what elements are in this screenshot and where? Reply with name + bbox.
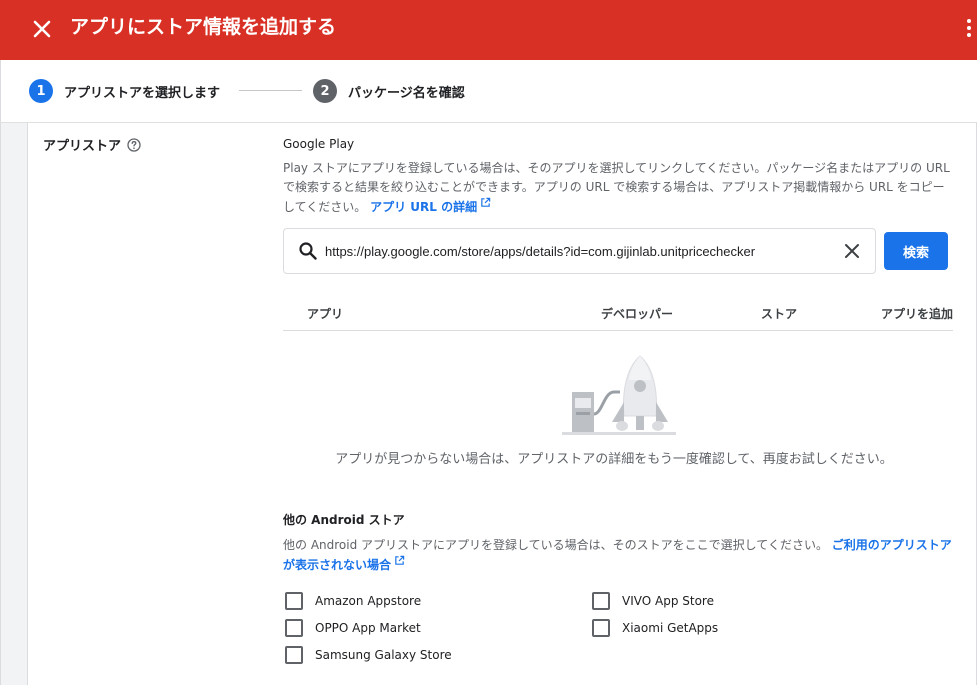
checkbox-box[interactable] [285,592,303,610]
stepper: 1 アプリストアを選択します 2 パッケージ名を確認 [0,60,977,122]
empty-state-message: アプリが見つからない場合は、アプリストアの詳細をもう一度確認して、再度お試しくだ… [335,452,893,467]
step-2-label: パッケージ名を確認 [348,85,465,101]
help-circle-icon[interactable] [127,137,141,152]
step-2-number: 2 [313,79,337,103]
step-connector [239,90,302,91]
column-add-app: アプリを追加 [881,307,954,321]
other-stores-description-text: 他の Android アプリストアにアプリを登録している場合は、そのストアをここ… [283,538,828,552]
app-url-details-link-text: アプリ URL の詳細 [370,200,478,214]
checkbox-box[interactable] [592,592,610,610]
checkbox-label: Amazon Appstore [315,594,422,608]
dialog-title: アプリにストア情報を追加する [70,16,337,38]
checkbox-oppo-app-market[interactable]: OPPO App Market [285,619,421,637]
checkbox-box[interactable] [285,619,303,637]
close-button[interactable] [28,15,56,43]
column-store: ストア [761,307,798,321]
column-app: アプリ [307,307,344,321]
other-stores-title: 他の Android ストア [283,513,405,527]
step-1: 1 アプリストアを選択します [29,79,220,103]
checkbox-label: Xiaomi GetApps [622,621,719,635]
other-stores-description: 他の Android アプリストアにアプリを登録している場合は、そのストアをここ… [283,536,953,575]
checkbox-amazon-appstore[interactable]: Amazon Appstore [285,592,421,610]
checkbox-label: Samsung Galaxy Store [315,648,452,662]
results-table-header: アプリ デベロッパー ストア アプリを追加 [283,293,953,331]
open-in-new-icon [395,555,405,565]
checkbox-box[interactable] [592,619,610,637]
page-edge [0,123,1,685]
search-field[interactable] [283,228,876,274]
checkbox-xiaomi-getapps[interactable]: Xiaomi GetApps [592,619,718,637]
section-label-text: アプリストア [43,139,122,154]
checkbox-label: VIVO App Store [622,594,714,608]
rocket-illustration [562,355,676,435]
app-url-details-link[interactable]: アプリ URL の詳細 [370,197,491,214]
search-icon [299,242,317,260]
checkbox-label: OPPO App Market [315,621,421,635]
step-1-number: 1 [29,79,53,103]
column-developer: デベロッパー [601,307,674,321]
google-play-description: Play ストアにアプリを登録している場合は、そのアプリを選択してリンクしてくだ… [283,159,953,217]
checkbox-vivo-app-store[interactable]: VIVO App Store [592,592,714,610]
section-label: アプリストア [43,135,141,154]
checkbox-samsung-galaxy-store[interactable]: Samsung Galaxy Store [285,646,452,664]
close-icon [33,20,51,38]
step-2: 2 パッケージ名を確認 [313,79,465,103]
open-in-new-icon [481,197,491,207]
dialog-header: アプリにストア情報を追加する [0,0,977,60]
clear-icon[interactable] [844,243,860,259]
step-1-label: アプリストアを選択します [64,85,221,101]
checkbox-box[interactable] [285,646,303,664]
more-options-button[interactable] [962,16,976,42]
google-play-title: Google Play [283,137,355,151]
more-vert-icon [967,19,971,23]
search-input[interactable] [325,240,825,262]
search-button[interactable]: 検索 [884,232,948,270]
